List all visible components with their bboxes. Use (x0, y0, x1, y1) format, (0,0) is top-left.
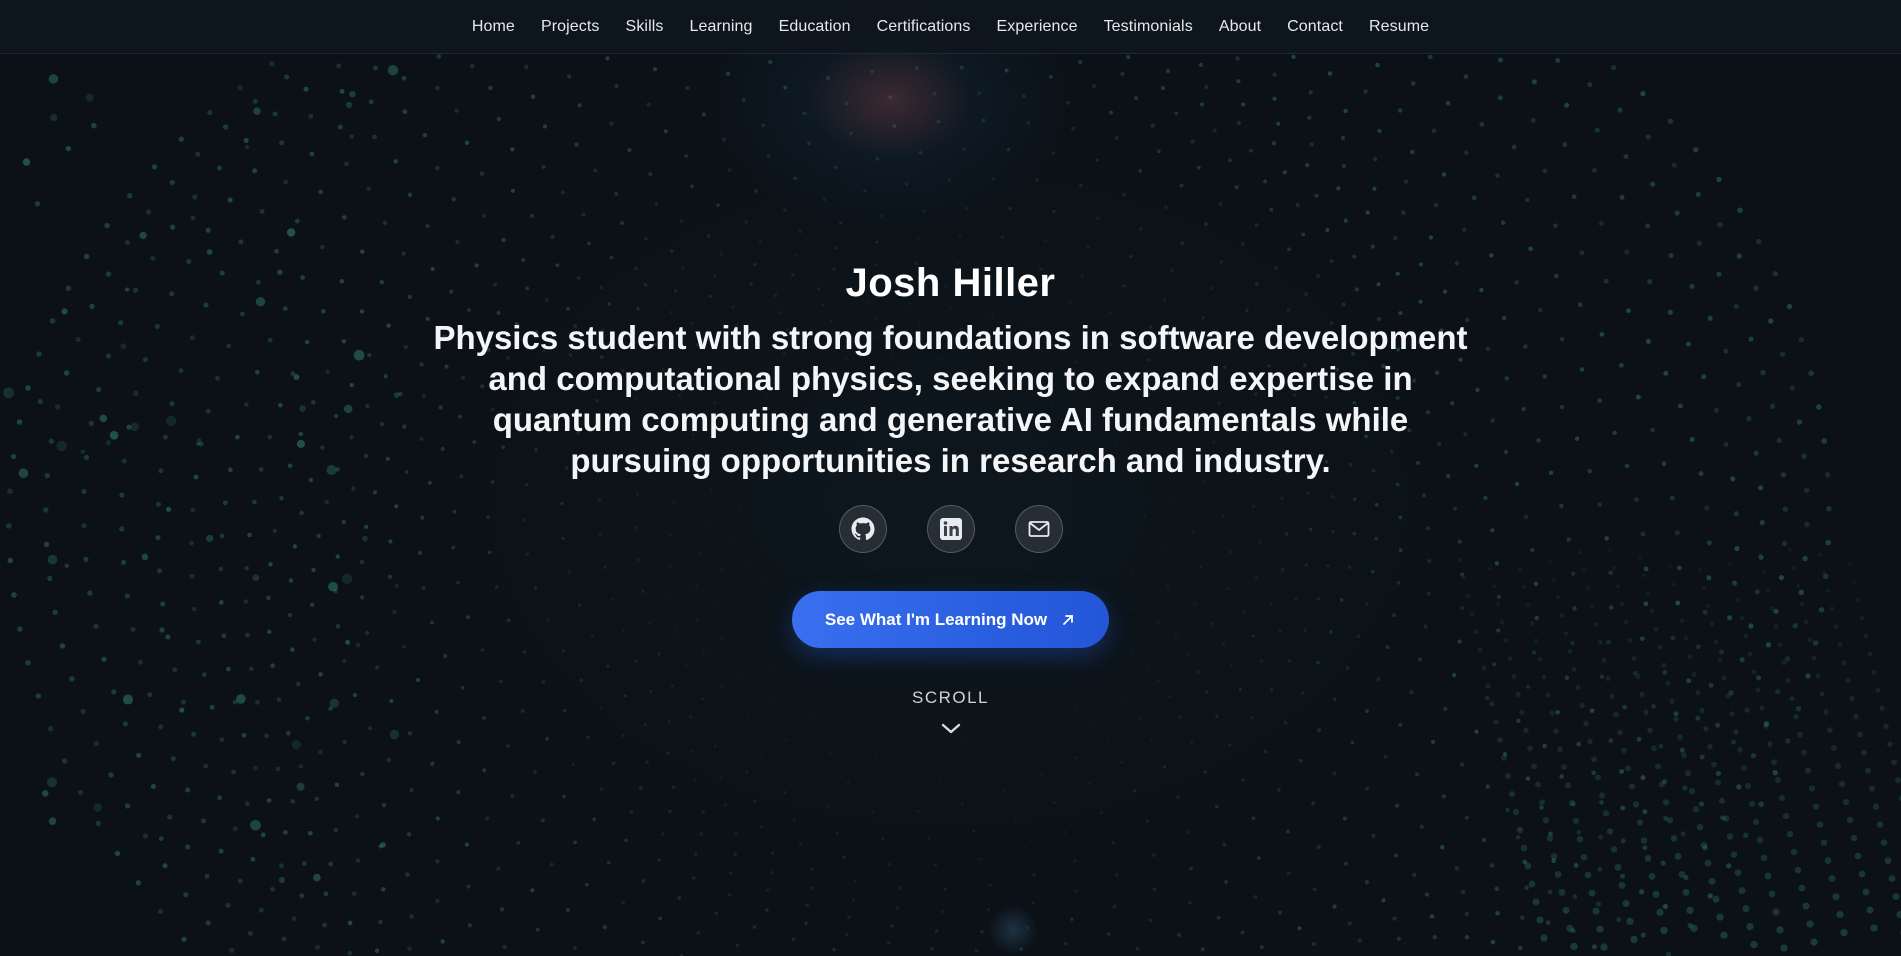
linkedin-link[interactable] (926, 505, 975, 553)
nav-item-resume[interactable]: Resume (1369, 18, 1429, 35)
hero-section: Josh Hiller Physics student with strong … (0, 255, 1901, 740)
top-nav: Home Projects Skills Learning Education … (0, 0, 1901, 54)
cta-label: See What I'm Learning Now (824, 609, 1048, 629)
scroll-indicator[interactable]: SCROLL (912, 688, 989, 740)
bottom-glow (988, 905, 1038, 955)
mail-icon (1027, 517, 1051, 541)
nav-item-testimonials[interactable]: Testimonials (1104, 18, 1193, 35)
nav-item-home[interactable]: Home (472, 18, 515, 35)
nav-item-experience[interactable]: Experience (997, 18, 1078, 35)
page: Home Projects Skills Learning Education … (0, 0, 1901, 956)
nav-item-skills[interactable]: Skills (626, 18, 664, 35)
nav-item-projects[interactable]: Projects (541, 18, 600, 35)
linkedin-icon (939, 517, 963, 541)
nav-item-about[interactable]: About (1219, 18, 1261, 35)
chevron-down-icon (941, 722, 961, 740)
social-links (838, 505, 1063, 553)
github-link[interactable] (838, 505, 887, 553)
github-icon (851, 517, 875, 541)
nav-list: Home Projects Skills Learning Education … (472, 18, 1429, 36)
nav-item-learning[interactable]: Learning (689, 18, 752, 35)
email-link[interactable] (1014, 505, 1063, 553)
nav-item-contact[interactable]: Contact (1287, 18, 1343, 35)
arrow-up-right-icon (1061, 613, 1075, 627)
nav-item-certifications[interactable]: Certifications (877, 18, 971, 35)
nav-item-education[interactable]: Education (779, 18, 851, 35)
hero-name: Josh Hiller (845, 261, 1056, 305)
see-learning-button[interactable]: See What I'm Learning Now (791, 591, 1110, 648)
scroll-label: SCROLL (911, 688, 990, 707)
hero-tagline: Physics student with strong foundations … (433, 319, 1468, 479)
